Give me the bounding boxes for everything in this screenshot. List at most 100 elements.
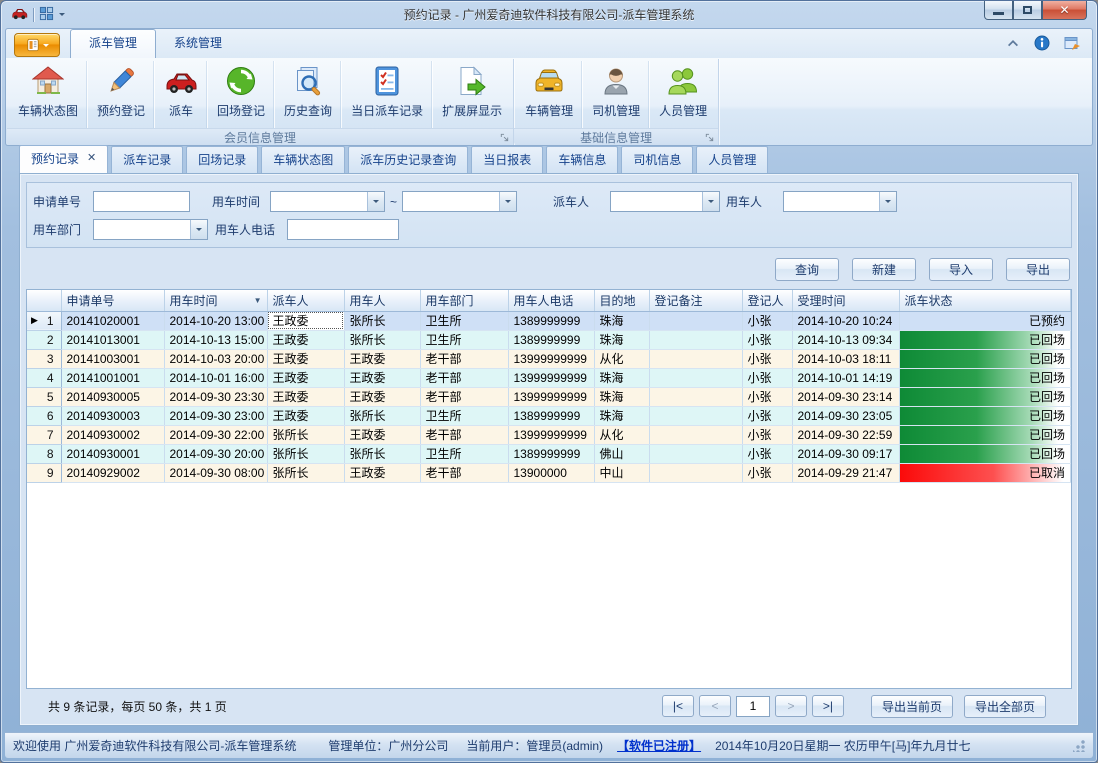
cell[interactable]: 张所长 [344, 444, 420, 463]
sort-arrow-icon[interactable]: ▼ [254, 296, 262, 305]
column-header-登记备注[interactable]: 登记备注 [649, 290, 742, 311]
ribbon-button-派车[interactable]: 派车 [154, 61, 207, 128]
ribbon-button-当日派车记录[interactable]: 当日派车记录 [341, 61, 432, 128]
cell[interactable]: 小张 [742, 463, 792, 482]
cell[interactable]: 20141020001 [61, 311, 164, 330]
table-row[interactable]: 4201410010012014-10-01 16:00王政委王政委老干部139… [27, 368, 1071, 387]
export-current-page-button[interactable]: 导出当前页 [871, 695, 953, 718]
cell[interactable]: 2014-09-30 22:59 [792, 425, 899, 444]
doc-tab-派车记录[interactable]: 派车记录 [111, 146, 183, 173]
cell[interactable]: 张所长 [344, 311, 420, 330]
status-cell[interactable]: 已回场 [899, 425, 1071, 444]
cell[interactable]: 小张 [742, 444, 792, 463]
cell[interactable]: 20140930001 [61, 444, 164, 463]
table-row[interactable]: 8201409300012014-09-30 20:00张所长张所长卫生所138… [27, 444, 1071, 463]
cell[interactable]: 珠海 [594, 368, 649, 387]
cell[interactable]: 13999999999 [508, 387, 594, 406]
cell[interactable]: 1389999999 [508, 311, 594, 330]
cell[interactable]: 2014-10-20 13:00 [164, 311, 267, 330]
user-phone-input[interactable] [287, 219, 399, 240]
ribbon-button-回场登记[interactable]: 回场登记 [207, 61, 274, 128]
cell[interactable]: 2014-10-20 10:24 [792, 311, 899, 330]
info-icon[interactable] [1034, 35, 1050, 51]
cell[interactable]: 珠海 [594, 406, 649, 425]
cell[interactable]: 2014-10-13 15:00 [164, 330, 267, 349]
cell[interactable]: 2014-10-03 18:11 [792, 349, 899, 368]
cell[interactable]: 老干部 [420, 463, 508, 482]
column-header-用车人电话[interactable]: 用车人电话 [508, 290, 594, 311]
cell[interactable] [649, 463, 742, 482]
department-combo[interactable] [93, 219, 208, 240]
cell[interactable]: 卫生所 [420, 406, 508, 425]
cell[interactable]: 张所长 [267, 444, 344, 463]
cell[interactable]: 珠海 [594, 387, 649, 406]
first-page-button[interactable]: |< [662, 695, 694, 717]
ribbon-button-人员管理[interactable]: 人员管理 [649, 61, 716, 128]
new-button[interactable]: 新建 [852, 258, 916, 281]
cell[interactable]: 2014-10-01 14:19 [792, 368, 899, 387]
ribbon-button-车辆管理[interactable]: 车辆管理 [516, 61, 582, 128]
car-user-combo[interactable] [783, 191, 897, 212]
status-cell[interactable]: 已预约 [899, 311, 1071, 330]
cell[interactable]: 1389999999 [508, 444, 594, 463]
next-page-button[interactable]: > [775, 695, 807, 717]
status-cell[interactable]: 已回场 [899, 330, 1071, 349]
row-selector[interactable]: 4 [27, 368, 61, 387]
ribbon-button-车辆状态图[interactable]: 车辆状态图 [9, 61, 87, 128]
cell[interactable]: 2014-10-03 20:00 [164, 349, 267, 368]
dialog-launcher-icon[interactable] [704, 132, 715, 146]
status-cell[interactable]: 已取消 [899, 463, 1071, 482]
cell[interactable]: 13900000 [508, 463, 594, 482]
prev-page-button[interactable]: < [699, 695, 731, 717]
cell[interactable]: 13999999999 [508, 349, 594, 368]
ribbon-button-司机管理[interactable]: 司机管理 [582, 61, 649, 128]
table-row[interactable]: 7201409300022014-09-30 22:00张所长王政委老干部139… [27, 425, 1071, 444]
column-header-派车状态[interactable]: 派车状态 [899, 290, 1071, 311]
column-header-selector[interactable] [27, 290, 61, 311]
cell[interactable]: 小张 [742, 349, 792, 368]
doc-tab-车辆状态图[interactable]: 车辆状态图 [261, 146, 345, 173]
cell[interactable]: 中山 [594, 463, 649, 482]
column-header-受理时间[interactable]: 受理时间 [792, 290, 899, 311]
doc-tab-司机信息[interactable]: 司机信息 [621, 146, 693, 173]
cell[interactable]: 20140930005 [61, 387, 164, 406]
cell[interactable]: 老干部 [420, 425, 508, 444]
cell[interactable] [649, 444, 742, 463]
cell[interactable] [649, 406, 742, 425]
column-header-目的地[interactable]: 目的地 [594, 290, 649, 311]
status-cell[interactable]: 已回场 [899, 444, 1071, 463]
cell[interactable]: 张所长 [267, 425, 344, 444]
table-row[interactable]: 2201410130012014-10-13 15:00王政委张所长卫生所138… [27, 330, 1071, 349]
license-status-link[interactable]: 【软件已注册】 [617, 737, 701, 754]
cell[interactable]: 小张 [742, 387, 792, 406]
ribbon-tab-系统管理[interactable]: 系统管理 [156, 29, 240, 58]
status-cell[interactable]: 已回场 [899, 406, 1071, 425]
cell[interactable]: 20140929002 [61, 463, 164, 482]
cell[interactable] [649, 349, 742, 368]
table-row[interactable]: 3201410030012014-10-03 20:00王政委王政委老干部139… [27, 349, 1071, 368]
cell[interactable]: 2014-09-30 23:14 [792, 387, 899, 406]
cell[interactable]: 小张 [742, 368, 792, 387]
cell[interactable]: 王政委 [267, 349, 344, 368]
cell[interactable]: 王政委 [267, 387, 344, 406]
resize-grip[interactable] [1073, 740, 1085, 752]
cell[interactable]: 张所长 [267, 463, 344, 482]
cell[interactable]: 20140930003 [61, 406, 164, 425]
page-number-input[interactable] [736, 696, 770, 717]
cell[interactable] [649, 311, 742, 330]
row-selector[interactable]: 3 [27, 349, 61, 368]
status-cell[interactable]: 已回场 [899, 368, 1071, 387]
status-cell[interactable]: 已回场 [899, 349, 1071, 368]
qat-dropdown-icon[interactable] [59, 13, 65, 19]
cell[interactable]: 1389999999 [508, 406, 594, 425]
cell[interactable]: 珠海 [594, 311, 649, 330]
cell[interactable]: 20141003001 [61, 349, 164, 368]
row-selector[interactable]: 6 [27, 406, 61, 425]
ribbon-button-扩展屏显示[interactable]: 扩展屏显示 [432, 61, 511, 128]
cell[interactable]: 2014-10-01 16:00 [164, 368, 267, 387]
chevron-down-icon[interactable] [367, 192, 384, 211]
cell[interactable]: 卫生所 [420, 444, 508, 463]
cell[interactable]: 王政委 [267, 311, 344, 330]
chevron-down-icon[interactable] [702, 192, 719, 211]
doc-tab-当日报表[interactable]: 当日报表 [471, 146, 543, 173]
